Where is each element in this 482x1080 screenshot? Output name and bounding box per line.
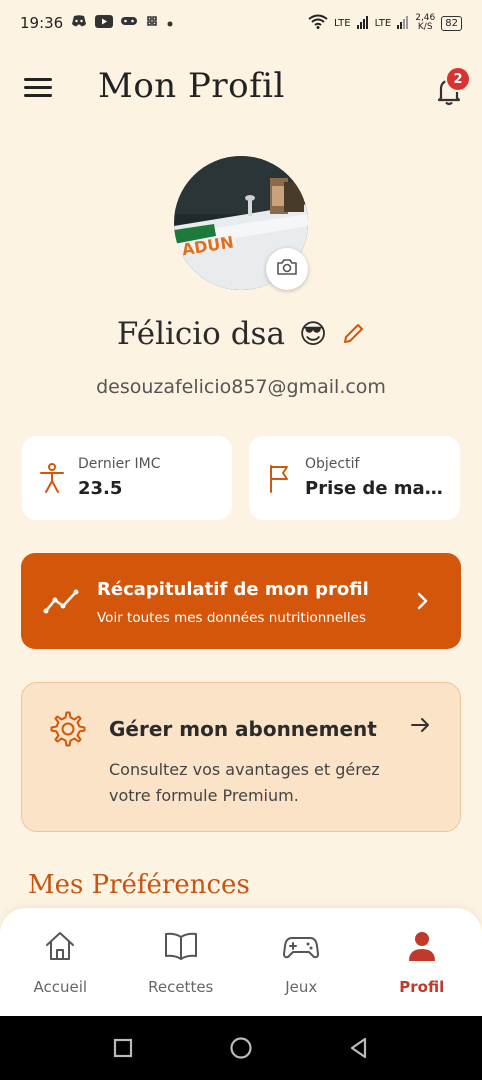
nav-label-profil: Profil: [399, 978, 445, 996]
goal-value: Prise de masse: [305, 478, 447, 499]
network-speed: 2,46 K/S: [415, 13, 436, 32]
imc-label: Dernier IMC: [78, 456, 161, 472]
youtube-icon: [95, 14, 114, 32]
back-button[interactable]: [349, 1037, 369, 1059]
flag-icon: [265, 454, 293, 520]
signal-icon: [356, 15, 369, 32]
user-email: desouzafelicio857@gmail.com: [96, 376, 386, 398]
summary-title: Récapitulatif de mon profil: [97, 579, 369, 600]
nav-item-profil[interactable]: Profil: [362, 908, 482, 1016]
status-bar: 19:36 LTE LTE 2,46 K/S 82: [0, 0, 482, 46]
name-row: Félicio dsa 😎: [0, 316, 482, 352]
edit-name-button[interactable]: [341, 322, 365, 346]
arrow-right-icon: [408, 713, 432, 741]
trend-line-icon: [43, 583, 81, 621]
body-icon: [38, 454, 66, 520]
app-icon: [145, 14, 159, 32]
signal-icon-2: [397, 15, 409, 32]
menu-button[interactable]: [24, 78, 52, 98]
nav-item-jeux[interactable]: Jeux: [241, 908, 362, 1016]
nav-item-recettes[interactable]: Recettes: [121, 908, 242, 1016]
nav-item-accueil[interactable]: Accueil: [0, 908, 121, 1016]
preferences-title: Mes Préférences: [28, 870, 250, 900]
page-title: Mon Profil: [98, 66, 285, 106]
sunglasses-emoji: 😎: [298, 318, 328, 350]
summary-subtitle: Voir toutes mes données nutritionnelles: [97, 610, 366, 626]
imc-card[interactable]: Dernier IMC 23.5: [22, 436, 232, 520]
nav-label-accueil: Accueil: [33, 978, 88, 996]
gear-icon: [50, 711, 86, 751]
imc-value: 23.5: [78, 478, 123, 499]
gamepad-icon: [283, 930, 320, 966]
home-icon: [43, 930, 77, 966]
profile-summary-button[interactable]: Récapitulatif de mon profil Voir toutes …: [21, 553, 461, 649]
network-1: LTE: [333, 17, 351, 29]
book-icon: [163, 930, 199, 966]
wifi-icon: [308, 14, 328, 32]
bottom-navigation: Accueil Recettes Jeux Profil: [0, 908, 482, 1016]
network-2: LTE: [374, 17, 392, 29]
header: Mon Profil: [0, 56, 482, 120]
status-time: 19:36: [20, 14, 64, 32]
subscription-title: Gérer mon abonnement: [109, 717, 377, 741]
nav-label-jeux: Jeux: [285, 978, 318, 996]
manage-subscription-card[interactable]: Gérer mon abonnement Consultez vos avant…: [21, 682, 461, 832]
home-button[interactable]: [229, 1036, 253, 1060]
gamepad-status-icon: [121, 15, 138, 31]
discord-icon: [71, 15, 87, 31]
user-icon: [406, 930, 438, 966]
chevron-right-icon: [413, 589, 431, 617]
user-name: Félicio dsa: [116, 316, 285, 352]
camera-icon: [276, 258, 298, 280]
change-photo-button[interactable]: [266, 248, 308, 290]
subscription-description: Consultez vos avantages et gérez votre f…: [109, 760, 380, 805]
system-navigation-bar: [0, 1016, 482, 1080]
battery-indicator: 82: [441, 15, 462, 31]
notification-badge: 2: [445, 66, 471, 92]
goal-label: Objectif: [305, 456, 360, 472]
pencil-icon: [344, 324, 364, 343]
goal-card[interactable]: Objectif Prise de masse: [249, 436, 460, 520]
nav-label-recettes: Recettes: [148, 978, 214, 996]
dot-icon: [167, 16, 173, 31]
recent-apps-button[interactable]: [113, 1038, 133, 1058]
